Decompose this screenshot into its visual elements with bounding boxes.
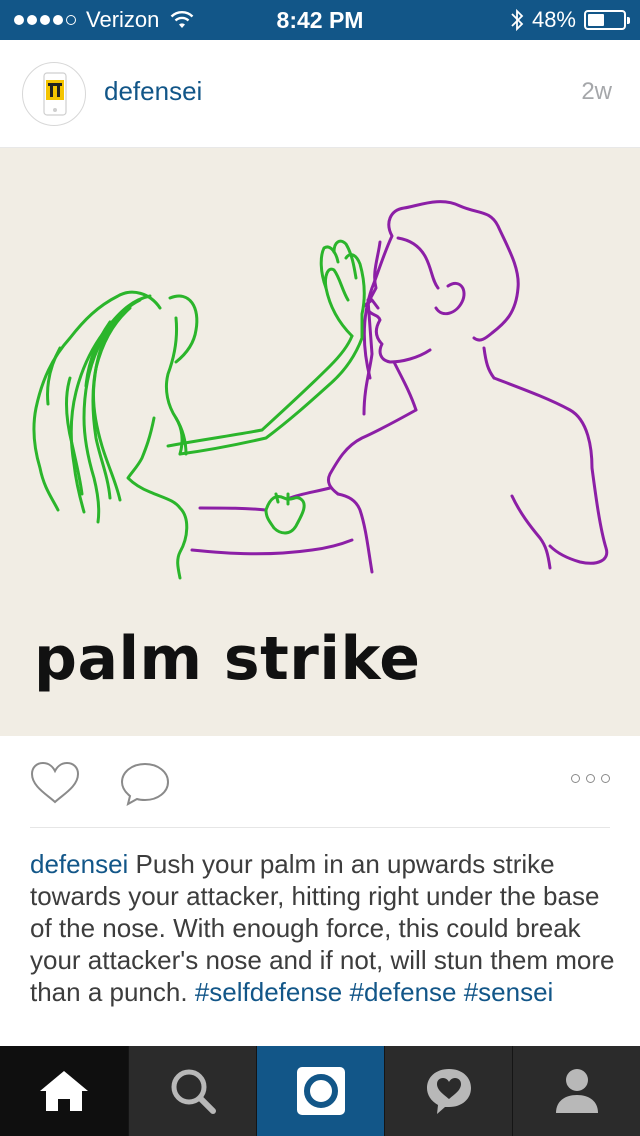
battery-level: [588, 14, 605, 26]
tab-bar: [0, 1046, 640, 1136]
tab-activity[interactable]: [384, 1046, 512, 1136]
post-image[interactable]: palm strike: [0, 148, 640, 736]
home-icon: [40, 1071, 88, 1111]
tab-camera[interactable]: [256, 1046, 384, 1136]
activity-heart-icon: [426, 1069, 471, 1114]
battery-icon: [584, 10, 630, 30]
status-right: 48%: [510, 0, 630, 40]
tab-profile[interactable]: [512, 1046, 640, 1136]
camera-icon: [296, 1067, 345, 1115]
hashtag[interactable]: #sensei: [464, 977, 554, 1007]
comment-bubble-icon: [120, 762, 170, 806]
defender-figure: [32, 239, 366, 580]
post-actions: [0, 736, 640, 828]
post-time-ago: 2w: [581, 78, 612, 105]
post-header: defensei 2w: [0, 40, 640, 148]
like-button[interactable]: [28, 760, 82, 811]
profile-icon: [555, 1069, 598, 1113]
bluetooth-icon: [511, 8, 524, 32]
comment-button[interactable]: [118, 760, 172, 813]
avatar[interactable]: [22, 62, 86, 126]
search-icon: [171, 1069, 216, 1114]
hashtag[interactable]: #selfdefense: [195, 977, 342, 1007]
image-caption-title: palm strike: [34, 624, 421, 694]
tab-home[interactable]: [0, 1046, 128, 1136]
hashtag[interactable]: #defense: [350, 977, 457, 1007]
post-username[interactable]: defensei: [104, 76, 202, 107]
attacker-figure: [190, 200, 609, 574]
divider: [30, 827, 610, 828]
heart-icon: [30, 761, 80, 804]
defensei-logo-icon: [43, 72, 67, 116]
caption-username[interactable]: defensei: [30, 849, 128, 879]
more-options-icon[interactable]: [571, 774, 610, 783]
status-bar: Verizon 8:42 PM 48%: [0, 0, 640, 40]
post-caption: defensei Push your palm in an upwards st…: [30, 848, 620, 1008]
battery-percent: 48%: [531, 7, 576, 32]
tab-search[interactable]: [128, 1046, 256, 1136]
